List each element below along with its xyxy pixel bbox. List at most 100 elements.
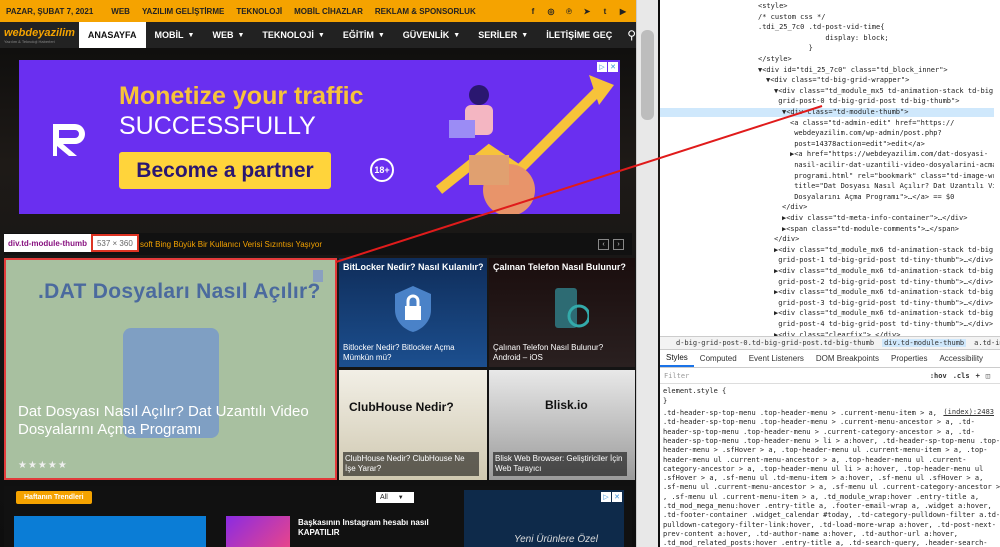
dom-node[interactable]: ▶<div class="td-meta-info-container">…</… xyxy=(660,214,994,223)
nav-mobil[interactable]: MOBİL ▼ xyxy=(146,22,204,48)
toplink-web[interactable]: WEB xyxy=(111,7,130,16)
dom-node[interactable]: ▶<span class="td-module-comments">…</spa… xyxy=(660,225,994,234)
dom-node[interactable]: title="Dat Dosyası Nasıl Açılır? Dat Uza… xyxy=(660,182,994,191)
breadcrumb-item[interactable]: a.td-image-wrap. xyxy=(974,339,1000,347)
tile-title[interactable]: Bitlocker Nedir? Bitlocker Açma Mümkün m… xyxy=(343,343,479,363)
dom-node-selected[interactable]: ▼<div class="td-module-thumb"> xyxy=(660,108,994,117)
post-tile[interactable]: BitLocker Nedir? Nasıl Kulanılır? Bitloc… xyxy=(339,258,487,367)
dom-node[interactable]: .tdi_25_7c0 .td-post-vid-time{ xyxy=(660,23,994,32)
nav-seriler[interactable]: SERİLER ▼ xyxy=(469,22,537,48)
featured-post-title[interactable]: Dat Dosyası Nasıl Açılır? Dat Uzantılı V… xyxy=(18,403,318,439)
dom-node[interactable]: ▶<div class="td_module_mx6 td-animation-… xyxy=(660,246,994,255)
telegram-icon[interactable]: ➤ xyxy=(582,6,592,16)
dom-node[interactable]: </div> xyxy=(660,203,994,212)
twitter-icon[interactable]: t xyxy=(600,6,610,16)
dom-node[interactable]: <style> xyxy=(660,2,994,11)
page-scrollbar[interactable] xyxy=(636,0,658,547)
tab-styles[interactable]: Styles xyxy=(660,350,694,367)
nav-iletisim[interactable]: İLETİŞİME GEÇ xyxy=(537,22,621,48)
dom-node[interactable]: programi.html" rel="bookmark" class="td-… xyxy=(660,172,994,181)
site-logo[interactable]: webdeyazilim Yazılım & Teknoloji Haberle… xyxy=(0,22,79,48)
chevron-left-icon[interactable]: ‹ xyxy=(598,238,609,250)
tab-event-listeners[interactable]: Event Listeners xyxy=(743,350,810,367)
pinterest-icon[interactable]: ℗ xyxy=(564,6,574,16)
instagram-thumbnail[interactable] xyxy=(226,516,290,547)
trend-post-title[interactable]: Başkasının Instagram hesabı nasıl KAPATI… xyxy=(298,518,448,538)
ad-banner[interactable]: Monetize your traffic SUCCESSFULLY Becom… xyxy=(19,60,620,214)
tile-title[interactable]: Çalınan Telefon Nasıl Bulunur? Android –… xyxy=(493,343,627,363)
dom-node[interactable]: </style> xyxy=(660,55,994,64)
nav-teknoloji[interactable]: TEKNOLOJİ ▼ xyxy=(253,22,333,48)
toplink-teknoloji[interactable]: TEKNOLOJİ xyxy=(236,7,282,16)
tile-title[interactable]: Blisk Web Browser: Geliştiriciler İçin W… xyxy=(493,452,628,476)
close-icon[interactable]: ✕ xyxy=(612,492,622,502)
dom-node[interactable]: grid-post-2 td-big-grid-post td-tiny-thu… xyxy=(660,278,994,287)
toplink-yazilim[interactable]: YAZILIM GELİŞTİRME xyxy=(142,7,224,16)
elements-tree[interactable]: <style> /* custom css */.tdi_25_7c0 .td-p… xyxy=(660,0,1000,336)
search-icon[interactable]: ⚲ xyxy=(627,28,636,42)
close-icon[interactable]: ✕ xyxy=(608,62,618,72)
post-tile[interactable]: Blisk.io Blisk Web Browser: Geliştiricil… xyxy=(489,370,635,480)
become-partner-button[interactable]: Become a partner xyxy=(119,152,331,189)
css-source-link[interactable]: (index):2483 xyxy=(943,408,994,416)
tile-title[interactable]: ClubHouse Nedir? ClubHouse Ne İşe Yarar? xyxy=(343,452,480,476)
facebook-icon[interactable]: f xyxy=(528,6,538,16)
toggle-sidebar-icon[interactable]: ◫ xyxy=(986,372,990,380)
toplink-reklam[interactable]: REKLAM & SPONSORLUK xyxy=(375,7,476,16)
element-style-open[interactable]: element.style { xyxy=(660,386,1000,396)
dom-node[interactable]: ▼<div id="tdi_25_7c0" class="td_block_in… xyxy=(660,66,994,75)
tab-dom-breakpoints[interactable]: DOM Breakpoints xyxy=(810,350,885,367)
featured-post[interactable]: .DAT Dosyaları Nasıl Açılır? Dat Dosyası… xyxy=(4,258,337,480)
dom-node[interactable]: </div> xyxy=(660,235,994,244)
tab-properties[interactable]: Properties xyxy=(885,350,933,367)
dom-node[interactable]: ▶<div class="td_module_mx6 td-animation-… xyxy=(660,309,994,318)
youtube-icon[interactable]: ▶ xyxy=(618,6,628,16)
dom-node[interactable]: /* custom css */ xyxy=(660,13,994,22)
scrollbar-thumb[interactable] xyxy=(641,30,654,120)
cls-toggle[interactable]: .cls xyxy=(953,372,970,380)
dom-node[interactable]: ▼<div class="td_module_mx5 td-animation-… xyxy=(660,87,994,96)
dom-node[interactable]: grid-post-4 td-big-grid-post td-tiny-thu… xyxy=(660,320,994,329)
dom-node[interactable]: grid-post-3 td-big-grid-post td-tiny-thu… xyxy=(660,299,994,308)
nav-anasayfa[interactable]: ANASAYFA xyxy=(78,22,146,48)
tab-accessibility[interactable]: Accessibility xyxy=(933,350,989,367)
css-selector-line[interactable]: .td_mod_related_posts:hover .entry-title… xyxy=(660,538,1000,547)
chevron-right-icon[interactable]: › xyxy=(613,238,624,250)
dom-node[interactable]: ▼<div class="td-big-grid-wrapper"> xyxy=(660,76,994,85)
nav-web[interactable]: WEB ▼ xyxy=(203,22,253,48)
toplink-mobil[interactable]: MOBİL CİHAZLAR xyxy=(294,7,363,16)
post-tile[interactable]: ClubHouse Nedir? ClubHouse Nedir? ClubHo… xyxy=(339,370,487,480)
nav-guvenlik[interactable]: GÜVENLİK ▼ xyxy=(394,22,469,48)
element-style-close: } xyxy=(663,397,668,405)
ad-subheadline: SUCCESSFULLY xyxy=(119,112,316,140)
ad-banner-small[interactable]: Yeni Ürünlere Özel ▷ ✕ xyxy=(464,490,624,547)
post-tile[interactable]: Çalınan Telefon Nasıl Bulunur? Çalınan T… xyxy=(489,258,635,367)
trend-thumbnail[interactable] xyxy=(14,516,206,547)
styles-filter-input[interactable]: Filter xyxy=(664,372,689,380)
dom-node[interactable]: grid-post-0 td-big-grid-post td-big-thum… xyxy=(660,97,994,106)
dom-node[interactable]: ▶<div class="td_module_mx6 td-animation-… xyxy=(660,288,994,297)
dom-node[interactable]: } xyxy=(660,44,994,53)
dom-node[interactable]: ▶<div class="td_module_mx6 td-animation-… xyxy=(660,267,994,276)
nav-egitim[interactable]: EĞİTİM ▼ xyxy=(334,22,394,48)
dom-node[interactable]: ▶<a href="https://webdeyazilim.com/dat-d… xyxy=(660,150,994,159)
phone-icon xyxy=(555,288,589,328)
dom-node[interactable]: grid-post-1 td-big-grid-post td-tiny-thu… xyxy=(660,256,994,265)
ad-small-text: Yeni Ürünlere Özel xyxy=(514,534,598,545)
dom-node[interactable]: display: block; xyxy=(660,34,994,43)
tab-computed[interactable]: Computed xyxy=(694,350,743,367)
hov-toggle[interactable]: :hov xyxy=(930,372,947,380)
breadcrumb-item-selected[interactable]: div.td-module-thumb xyxy=(882,339,967,347)
dom-node[interactable]: post=14378action=edit">edit</a> xyxy=(660,140,994,149)
info-icon[interactable]: ▷ xyxy=(597,62,607,72)
dom-node[interactable]: Dosyalarını Açma Programı">…</a> == $0 xyxy=(660,193,994,202)
add-rule-button[interactable]: + xyxy=(976,372,980,380)
info-icon[interactable]: ▷ xyxy=(601,492,611,502)
dom-node[interactable]: webdeyazilim.com/wp-admin/post.php? xyxy=(660,129,994,138)
dom-node[interactable]: nasil-acilir-dat-uzantili-video-dosyalar… xyxy=(660,161,994,170)
category-select[interactable]: All ▼ xyxy=(376,492,414,503)
breadcrumb-item[interactable]: d-big-grid-post-0.td-big-grid-post.td-bi… xyxy=(676,339,874,347)
ticker-text[interactable]: soft Bing Büyük Bir Kullanıcı Verisi Sız… xyxy=(140,240,322,249)
instagram-icon[interactable]: ◎ xyxy=(546,6,556,16)
dom-node[interactable]: <a class="td-admin-edit" href="https:// xyxy=(660,119,994,128)
